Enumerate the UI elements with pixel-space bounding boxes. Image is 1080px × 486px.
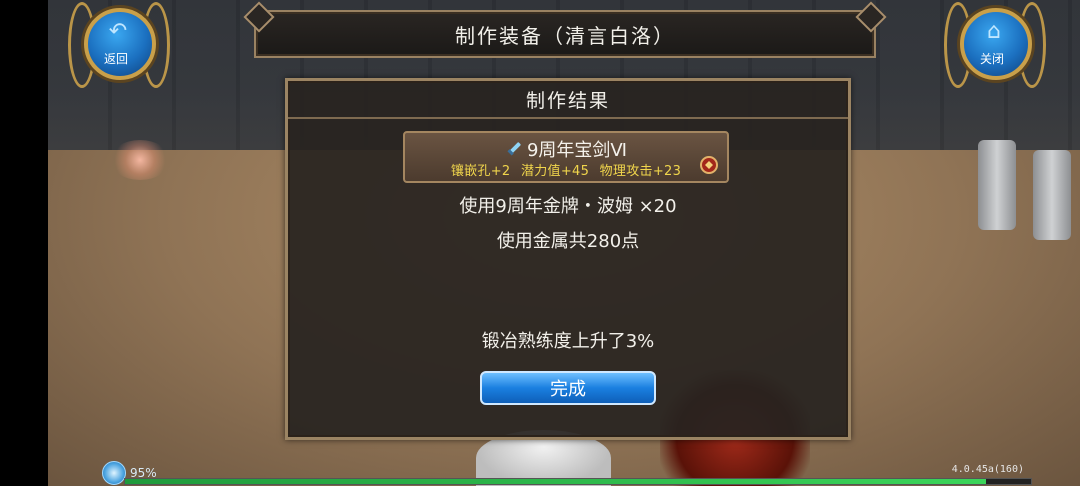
crafted-item[interactable]: 9周年宝剑Ⅵ 镶嵌孔+2 潜力值+45 物理攻击+23 [403, 131, 729, 183]
metal-used-text: 使用金属共280点 [496, 231, 640, 252]
item-name: 9周年宝剑Ⅵ [526, 140, 628, 161]
panel-title: 制作结果 [525, 89, 610, 112]
item-stat: 镶嵌孔+2 [450, 164, 511, 179]
light-effect [110, 140, 170, 180]
material-used-text: 使用9周年金牌・波姆 ×20 [459, 196, 677, 217]
item-stats: 镶嵌孔+2 潜力值+45 物理攻击+23 [405, 160, 727, 179]
item-name-row: 9周年宝剑Ⅵ [405, 136, 727, 162]
result-panel: 制作结果 9周年宝剑Ⅵ 镶嵌孔+2 潜力值+45 物理攻击+23 使用9周年金牌… [285, 78, 851, 440]
stone-pillar [978, 140, 1016, 230]
page-title: 制作装备（清言白洛） [455, 23, 675, 48]
experience-bar [124, 478, 1032, 485]
back-arrow-icon: ↶ [108, 19, 128, 44]
home-icon: ⌂ [987, 19, 1001, 44]
item-stat: 潜力值+45 [520, 164, 590, 179]
close-button[interactable]: ⌂ 关闭 [944, 2, 1046, 88]
panel-header: 制作结果 [288, 81, 848, 119]
done-button[interactable]: 完成 [480, 371, 656, 405]
title-bar: 制作装备（清言白洛） [243, 1, 887, 58]
back-button-label: 返回 [103, 52, 128, 66]
proficiency-text: 锻冶熟练度上升了3% [481, 331, 655, 352]
gem-slot-icon [700, 156, 718, 174]
version-text: 4.0.45a(160) [951, 464, 1024, 475]
energy-orb-icon [102, 461, 126, 485]
experience-bar-fill [125, 479, 986, 484]
close-button-label: 关闭 [979, 52, 1004, 66]
stone-pillar [1033, 150, 1071, 240]
sword-icon [507, 142, 521, 156]
item-stat: 物理攻击+23 [599, 164, 682, 179]
back-button[interactable]: ↶ 返回 [68, 2, 170, 88]
